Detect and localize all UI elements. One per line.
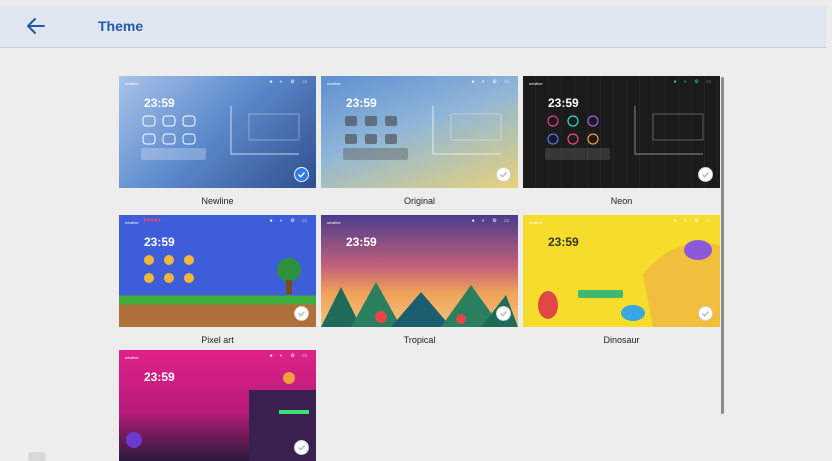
clock-text: 23:59 xyxy=(346,96,377,110)
theme-preview-pink: newline ● ◐ ⚙ ▭ 23:59 xyxy=(119,350,316,461)
status-icons: ● ◐ ⚙ ▭ xyxy=(269,79,310,85)
theme-label: Newline xyxy=(201,196,234,206)
theme-preview-pixel-art: newline ● ◐ ⚙ ▭ ♥♥♥♥♥ 23:59 xyxy=(119,215,316,327)
brand-text: newline xyxy=(529,81,543,86)
theme-label: Neon xyxy=(610,196,633,206)
check-icon xyxy=(698,167,713,182)
dock-bar xyxy=(545,148,610,160)
widget-outline xyxy=(230,106,300,155)
clock-text: 23:59 xyxy=(548,96,579,110)
widget-outline xyxy=(432,106,502,155)
theme-label: Tropical xyxy=(403,335,436,345)
brand-text: newline xyxy=(125,220,139,225)
scrollbar[interactable] xyxy=(721,77,724,414)
widget-outline xyxy=(634,106,704,155)
clock-text: 23:59 xyxy=(346,235,377,249)
clock-text: 23:59 xyxy=(144,96,175,110)
brand-text: newline xyxy=(327,81,341,86)
theme-tile-pixel-art[interactable]: newline ● ◐ ⚙ ▭ ♥♥♥♥♥ 23:59 Pixel art xyxy=(119,215,316,345)
theme-grid: newline ● ◐ ⚙ ▭ 23:59 Newline newline ● … xyxy=(0,48,826,461)
check-icon xyxy=(294,306,309,321)
check-icon xyxy=(496,167,511,182)
check-icon xyxy=(496,306,511,321)
top-bar: Theme xyxy=(0,6,826,48)
page-title: Theme xyxy=(98,18,144,34)
check-icon xyxy=(698,306,713,321)
theme-tile-newline[interactable]: newline ● ◐ ⚙ ▭ 23:59 Newline xyxy=(119,76,316,206)
theme-preview-newline: newline ● ◐ ⚙ ▭ 23:59 xyxy=(119,76,316,188)
theme-preview-neon: newline ● ◐ ⚙ ▭ 23:59 xyxy=(523,76,720,188)
theme-label: Dinosaur xyxy=(603,335,640,345)
selected-check-icon xyxy=(294,167,309,182)
foliage-icon xyxy=(321,282,518,327)
theme-preview-tropical: newline ● ◐ ⚙ ▭ 23:59 xyxy=(321,215,518,327)
brand-text: newline xyxy=(125,81,139,86)
theme-preview-dinosaur: newline ● ◐ ⚙ ▭ 23:59 xyxy=(523,215,720,327)
dock-bar xyxy=(141,148,206,160)
theme-tile-neon[interactable]: newline ● ◐ ⚙ ▭ 23:59 Neon xyxy=(523,76,720,206)
status-icons: ● ◐ ⚙ ▭ xyxy=(269,218,310,224)
theme-label: Pixel art xyxy=(201,335,234,345)
theme-tile-pink[interactable]: newline ● ◐ ⚙ ▭ 23:59 xyxy=(119,350,316,461)
status-icons: ● ◐ ⚙ ▭ xyxy=(673,79,714,85)
theme-tile-tropical[interactable]: newline ● ◐ ⚙ ▭ 23:59 Tropical xyxy=(321,215,518,345)
hearts-icon: ♥♥♥♥♥ xyxy=(143,218,161,224)
check-icon xyxy=(294,440,309,455)
status-icons: ● ◐ ⚙ ▭ xyxy=(471,79,512,85)
brand-text: newline xyxy=(327,220,341,225)
tree-icon xyxy=(277,258,301,294)
theme-label: Original xyxy=(403,196,435,206)
dock-handle[interactable] xyxy=(28,452,46,461)
theme-tile-dinosaur[interactable]: newline ● ◐ ⚙ ▭ 23:59 Dinosaur xyxy=(523,215,720,345)
pink-scene-icon xyxy=(126,372,316,461)
dock-bar xyxy=(343,148,408,160)
status-icons: ● ◐ ⚙ ▭ xyxy=(471,218,512,224)
theme-preview-original: newline ● ◐ ⚙ ▭ 23:59 xyxy=(321,76,518,188)
dinosaur-scene-icon xyxy=(538,240,720,327)
clock-text: 23:59 xyxy=(144,235,175,249)
coin-icons xyxy=(144,255,194,283)
back-arrow-icon[interactable] xyxy=(24,16,46,36)
theme-tile-original[interactable]: newline ● ◐ ⚙ ▭ 23:59 Original xyxy=(321,76,518,206)
